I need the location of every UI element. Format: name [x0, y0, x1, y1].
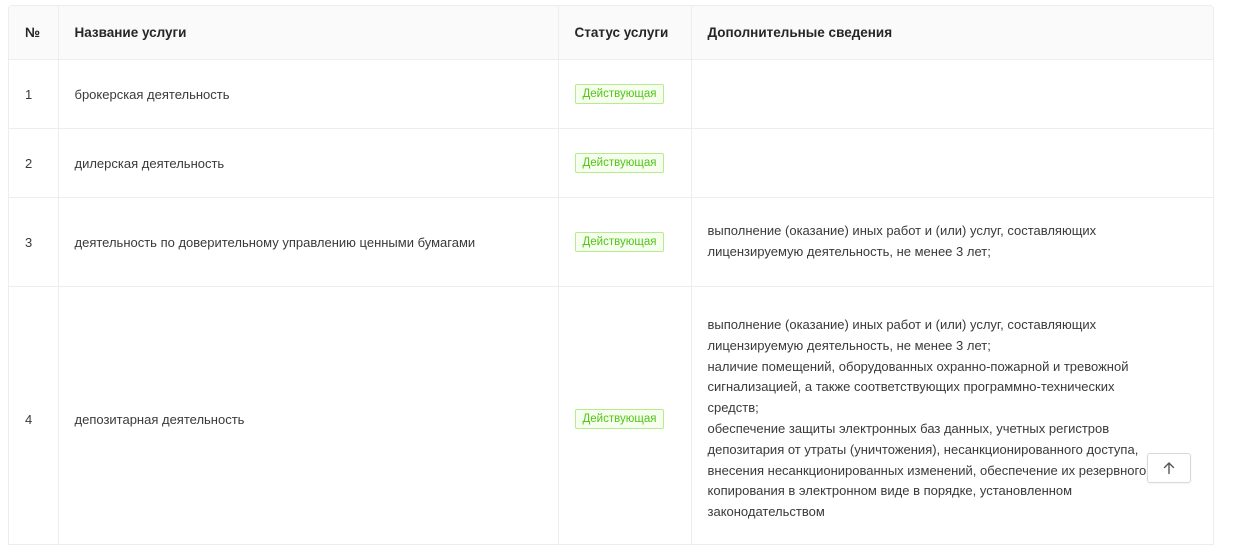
header-row: № Название услуги Статус услуги Дополнит…: [9, 6, 1213, 60]
header-service-status: Статус услуги: [558, 6, 691, 60]
info-line: средств;: [708, 398, 1198, 419]
header-service-name: Название услуги: [58, 6, 558, 60]
status-cell: Действующая: [558, 60, 691, 129]
arrow-up-icon: [1162, 461, 1176, 475]
info-line: внесения несанкционированных изменений, …: [708, 461, 1198, 482]
info-line: лицензируемую деятельность, не менее 3 л…: [708, 336, 1198, 357]
service-name: депозитарная деятельность: [58, 287, 558, 545]
service-name: деятельность по доверительному управлени…: [58, 198, 558, 287]
status-badge: Действующая: [575, 84, 665, 104]
service-name: брокерская деятельность: [58, 60, 558, 129]
table-header: № Название услуги Статус услуги Дополнит…: [9, 6, 1213, 60]
info-line: копирования в электронном виде в порядке…: [708, 481, 1198, 502]
info-line: законодательством: [708, 502, 1198, 523]
additional-info: выполнение (оказание) иных работ и (или)…: [691, 198, 1213, 287]
row-number: 2: [9, 129, 58, 198]
header-number: №: [9, 6, 58, 60]
additional-info: [691, 129, 1213, 198]
table-row: 3 деятельность по доверительному управле…: [9, 198, 1213, 287]
service-name: дилерская деятельность: [58, 129, 558, 198]
row-number: 3: [9, 198, 58, 287]
services-table-container: № Название услуги Статус услуги Дополнит…: [8, 5, 1214, 545]
additional-info: выполнение (оказание) иных работ и (или)…: [691, 287, 1213, 545]
info-line: сигнализацией, а также соответствующих п…: [708, 377, 1198, 398]
info-line: наличие помещений, оборудованных охранно…: [708, 357, 1198, 378]
scroll-to-top-button[interactable]: [1147, 453, 1191, 483]
table-body: 1 брокерская деятельность Действующая 2 …: [9, 60, 1213, 545]
info-line: лицензируемую деятельность, не менее 3 л…: [708, 242, 1198, 263]
header-additional-info: Дополнительные сведения: [691, 6, 1213, 60]
status-badge: Действующая: [575, 232, 665, 252]
table-row: 2 дилерская деятельность Действующая: [9, 129, 1213, 198]
status-cell: Действующая: [558, 129, 691, 198]
status-badge: Действующая: [575, 153, 665, 173]
status-badge: Действующая: [575, 409, 665, 429]
additional-info: [691, 60, 1213, 129]
status-cell: Действующая: [558, 287, 691, 545]
row-number: 1: [9, 60, 58, 129]
table-row: 1 брокерская деятельность Действующая: [9, 60, 1213, 129]
info-line: выполнение (оказание) иных работ и (или)…: [708, 221, 1198, 242]
services-table: № Название услуги Статус услуги Дополнит…: [9, 6, 1213, 545]
info-line: обеспечение защиты электронных баз данны…: [708, 419, 1198, 440]
info-line: депозитария от утраты (уничтожения), нес…: [708, 440, 1198, 461]
table-row: 4 депозитарная деятельность Действующая …: [9, 287, 1213, 545]
row-number: 4: [9, 287, 58, 545]
status-cell: Действующая: [558, 198, 691, 287]
info-line: выполнение (оказание) иных работ и (или)…: [708, 315, 1198, 336]
